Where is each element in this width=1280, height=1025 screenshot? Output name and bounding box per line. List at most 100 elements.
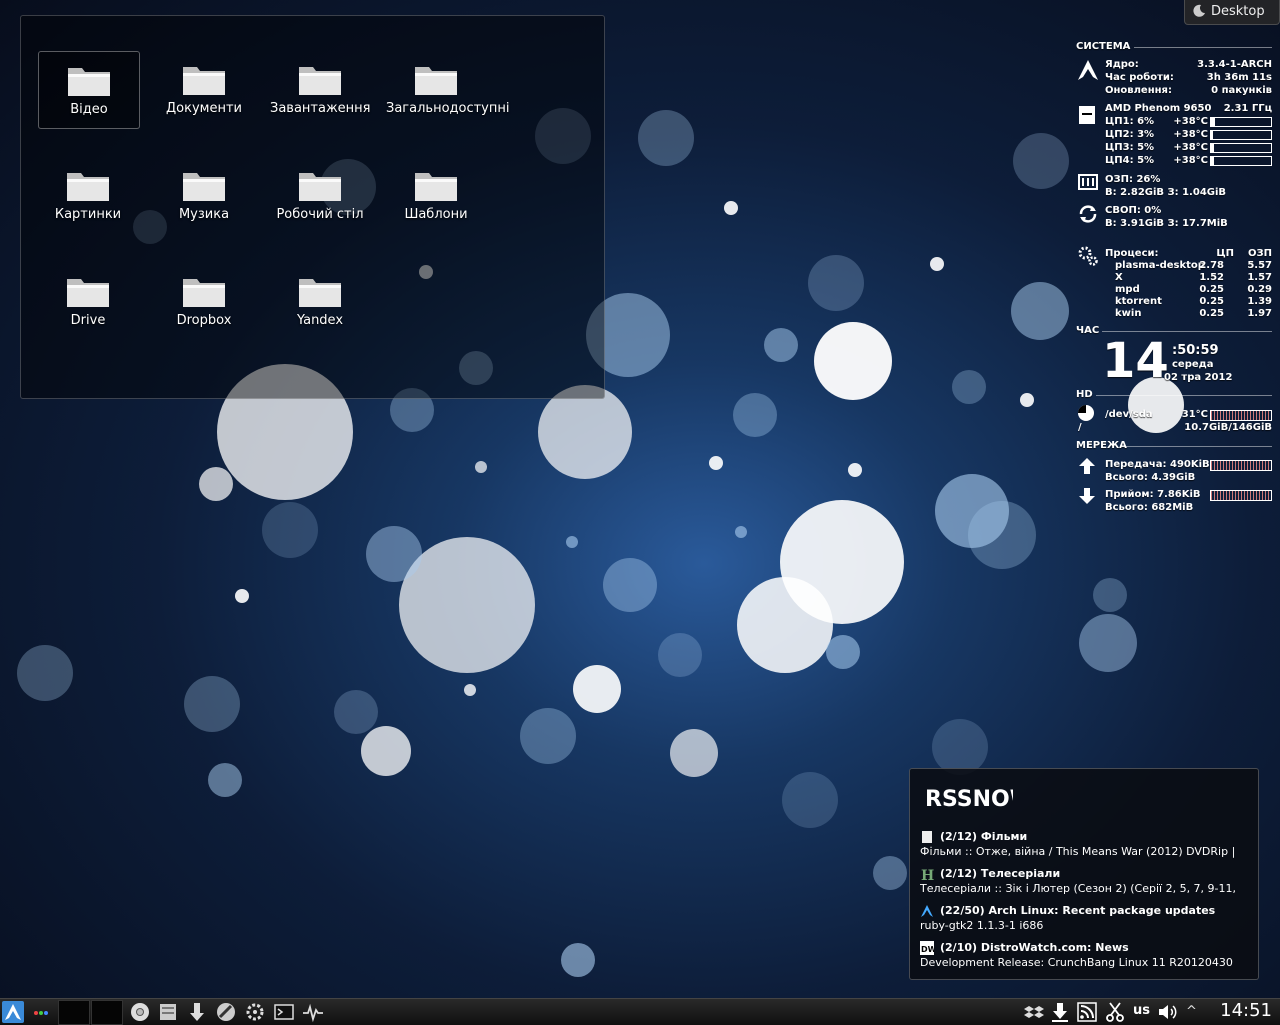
rss-item[interactable]: (22/50) Arch Linux: Recent package updat… <box>920 903 1250 933</box>
bokeh-circle <box>670 729 718 777</box>
folder-label: Dropbox <box>176 313 232 328</box>
cpu-model-row: AMD Phenom 9650 2.31 ГГц <box>1105 103 1272 114</box>
section-system-label: СИСТЕМА <box>1076 41 1131 52</box>
clipboard-tray[interactable] <box>1104 1001 1126 1023</box>
cpu-core-row: ЦП3: 5% +38°C <box>1105 141 1272 154</box>
bokeh-circle <box>848 463 862 477</box>
section-hd: HD <box>1076 388 1272 401</box>
disk-utility-launcher[interactable] <box>215 1001 237 1023</box>
activities-button[interactable] <box>30 1001 52 1023</box>
bokeh-circle <box>262 502 318 558</box>
uptime-row: Час роботи: 3h 36m 11s <box>1105 72 1272 83</box>
bokeh-circle <box>733 393 777 437</box>
app-launcher-button[interactable] <box>2 1001 24 1023</box>
folder-icon <box>65 169 111 203</box>
dropbox-tray[interactable] <box>1023 1001 1044 1023</box>
folder-icon <box>181 275 227 309</box>
folder-label: Картинки <box>54 207 122 222</box>
folder-label: Yandex <box>296 313 344 328</box>
folder-item[interactable]: Відео <box>38 51 140 129</box>
svg-text:DW: DW <box>921 945 934 954</box>
svg-text:H: H <box>921 868 934 881</box>
bokeh-circle <box>520 708 576 764</box>
rss-icon <box>1077 1002 1097 1022</box>
folder-item[interactable]: Drive <box>38 263 138 339</box>
ktorrent-tray[interactable] <box>1049 1001 1071 1023</box>
bokeh-circle <box>658 633 702 677</box>
bokeh-circle <box>724 201 738 215</box>
folder-label: Документи <box>166 101 242 116</box>
pager-desktop-2[interactable] <box>91 1000 123 1025</box>
folder-label: Відео <box>70 102 108 117</box>
bokeh-circle <box>566 536 578 548</box>
folder-item[interactable]: Завантаження <box>270 51 371 127</box>
volume-tray[interactable] <box>1157 1001 1181 1023</box>
rss-widget[interactable]: RSSNOW (2/12) ФільмиФільми :: Отже, війн… <box>909 768 1259 980</box>
app-launcher-icon <box>5 1004 21 1020</box>
section-system: СИСТЕМА <box>1076 40 1272 53</box>
folder-view-widget[interactable]: Відео Документи Завантаження Загальнодоступ… <box>20 15 605 399</box>
bokeh-circle <box>561 943 595 977</box>
bokeh-circle <box>930 257 944 271</box>
folder-item[interactable]: Картинки <box>38 157 138 233</box>
memory-icon <box>1078 174 1098 190</box>
cpu-core-row: ЦП2: 3% +38°C <box>1105 128 1272 141</box>
folder-icon <box>65 275 111 309</box>
bokeh-circle <box>952 370 986 404</box>
bokeh-circle <box>603 558 657 612</box>
upload-arrow-icon <box>1079 458 1095 474</box>
rss-item[interactable]: DW (2/10) DistroWatch.com: News Developmen… <box>920 940 1250 970</box>
settings-icon <box>246 1003 264 1021</box>
download-manager-launcher[interactable] <box>186 1001 208 1023</box>
moon-icon <box>1193 4 1205 17</box>
folder-item[interactable]: Загальнодоступні <box>386 51 510 127</box>
rss-item-description: ruby-gtk2 1.1.3-1 i686 <box>920 919 1044 932</box>
terminal-launcher[interactable] <box>273 1001 295 1023</box>
rss-item-description: Development Release: CrunchBang Linux 11… <box>920 956 1233 969</box>
arch-logo-icon <box>1078 60 1098 80</box>
bokeh-circle <box>1079 614 1137 672</box>
section-network: МЕРЕЖА <box>1076 439 1272 452</box>
folder-icon <box>181 169 227 203</box>
folder-label: Завантаження <box>270 101 371 116</box>
pager-desktop-1[interactable] <box>58 1000 90 1025</box>
folder-label: Робочий стіл <box>276 207 364 222</box>
bokeh-circle <box>573 665 621 713</box>
date: 02 тра 2012 <box>1164 372 1233 383</box>
tray-expand-arrow[interactable]: ^ <box>1186 1001 1200 1023</box>
system-monitor-launcher[interactable] <box>302 1001 324 1023</box>
ram-detail-row: В: 2.82GiB З: 1.04GiB <box>1105 187 1227 198</box>
folder-item[interactable]: Музика <box>154 157 254 233</box>
disk-utility-icon <box>217 1003 235 1021</box>
bokeh-circle <box>1020 393 1034 407</box>
folder-item[interactable]: Документи <box>154 51 254 127</box>
bokeh-circle <box>735 526 747 538</box>
folder-item[interactable]: Шаблони <box>386 157 486 233</box>
keyboard-layout-indicator[interactable]: us <box>1133 1003 1150 1018</box>
bokeh-circle <box>814 322 892 400</box>
bokeh-circle <box>475 461 487 473</box>
files-launcher[interactable] <box>157 1001 179 1023</box>
rss-title: RSSNOW <box>925 787 1013 812</box>
chrome-launcher[interactable] <box>129 1001 151 1023</box>
rss-item[interactable]: H (2/12) Телесеріали Телесеріали :: Зік і … <box>920 866 1250 896</box>
folder-item[interactable]: Dropbox <box>154 263 254 339</box>
folder-item[interactable]: Yandex <box>270 263 370 339</box>
bokeh-circle <box>361 726 411 776</box>
folder-item[interactable]: Робочий стіл <box>270 157 370 233</box>
bokeh-circle <box>638 110 694 166</box>
bokeh-circle <box>826 635 860 669</box>
taskbar-clock[interactable]: 14:51 <box>1220 1000 1272 1021</box>
dots-icon <box>34 1011 48 1015</box>
activity-button[interactable]: Desktop <box>1184 0 1280 25</box>
folder-icon <box>297 63 343 97</box>
hd-device-row: /dev/sda 31°C <box>1105 408 1272 421</box>
folder-label: Шаблони <box>404 207 468 222</box>
terminal-icon <box>274 1004 294 1020</box>
settings-launcher[interactable] <box>244 1001 266 1023</box>
rss-item-title: (22/50) Arch Linux: Recent package updat… <box>940 904 1216 917</box>
cpu-usage-bar <box>1210 156 1272 166</box>
rss-tray[interactable] <box>1076 1001 1098 1023</box>
rss-item[interactable]: (2/12) Фільми Фільми :: Отже, війна / Thi… <box>920 829 1250 859</box>
chrome-icon <box>131 1003 149 1021</box>
